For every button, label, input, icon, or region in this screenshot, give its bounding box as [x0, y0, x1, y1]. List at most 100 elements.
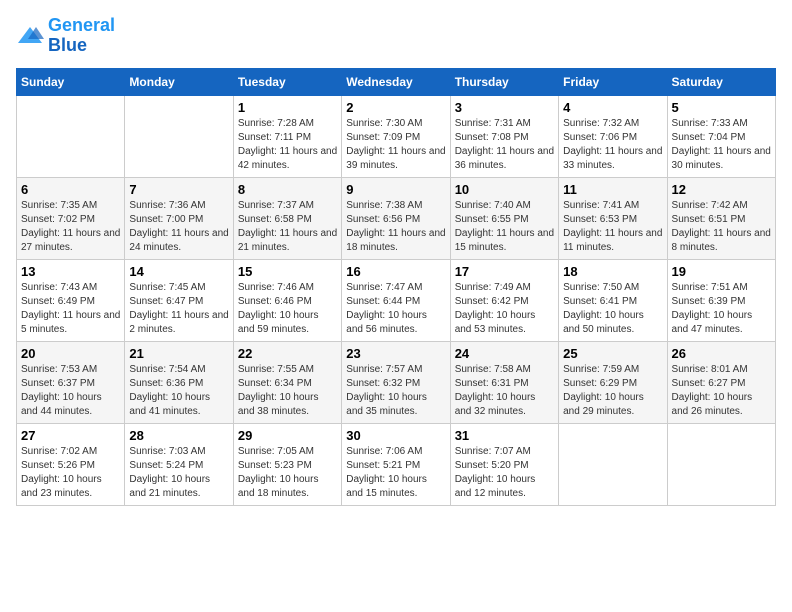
header-day-wednesday: Wednesday	[342, 68, 450, 95]
calendar-cell	[17, 95, 125, 177]
day-info: Sunrise: 7:05 AM Sunset: 5:23 PM Dayligh…	[238, 445, 337, 501]
day-info: Sunrise: 7:55 AM Sunset: 6:34 PM Dayligh…	[238, 363, 337, 419]
day-number: 20	[21, 346, 120, 361]
day-info: Sunrise: 7:59 AM Sunset: 6:29 PM Dayligh…	[563, 363, 662, 419]
calendar-cell	[125, 95, 233, 177]
day-number: 2	[346, 100, 445, 115]
day-number: 11	[563, 182, 662, 197]
header-day-friday: Friday	[559, 68, 667, 95]
day-number: 14	[129, 264, 228, 279]
calendar-cell: 18Sunrise: 7:50 AM Sunset: 6:41 PM Dayli…	[559, 259, 667, 341]
day-info: Sunrise: 7:38 AM Sunset: 6:56 PM Dayligh…	[346, 199, 445, 255]
calendar-cell: 15Sunrise: 7:46 AM Sunset: 6:46 PM Dayli…	[233, 259, 341, 341]
header-day-sunday: Sunday	[17, 68, 125, 95]
day-info: Sunrise: 7:02 AM Sunset: 5:26 PM Dayligh…	[21, 445, 120, 501]
day-number: 5	[672, 100, 771, 115]
day-number: 26	[672, 346, 771, 361]
calendar-cell: 19 Sunrise: 7:51 AM Sunset: 6:39 PM Dayli…	[667, 259, 775, 341]
day-info: Sunrise: 7:54 AM Sunset: 6:36 PM Dayligh…	[129, 363, 228, 419]
calendar-cell: 6 Sunrise: 7:35 AM Sunset: 7:02 PM Daylig…	[17, 177, 125, 259]
day-info: Sunrise: 7:41 AM Sunset: 6:53 PM Dayligh…	[563, 199, 662, 255]
day-info: Sunrise: 7:40 AM Sunset: 6:55 PM Dayligh…	[455, 199, 554, 255]
day-number: 27	[21, 428, 120, 443]
day-info: Sunrise: 7:58 AM Sunset: 6:31 PM Dayligh…	[455, 363, 554, 419]
day-number: 18	[563, 264, 662, 279]
day-info: Sunrise: 7:30 AM Sunset: 7:09 PM Dayligh…	[346, 117, 445, 173]
day-info: Sunrise: 7:07 AM Sunset: 5:20 PM Dayligh…	[455, 445, 554, 501]
day-number: 15	[238, 264, 337, 279]
day-info: Sunrise: 7:36 AM Sunset: 7:00 PM Dayligh…	[129, 199, 228, 255]
day-number: 17	[455, 264, 554, 279]
day-number: 31	[455, 428, 554, 443]
calendar-cell: 29 Sunrise: 7:05 AM Sunset: 5:23 PM Dayli…	[233, 423, 341, 505]
day-number: 19	[672, 264, 771, 279]
day-info: Sunrise: 7:45 AM Sunset: 6:47 PM Dayligh…	[129, 281, 228, 337]
day-info: Sunrise: 7:37 AM Sunset: 6:58 PM Dayligh…	[238, 199, 337, 255]
day-number: 13	[21, 264, 120, 279]
day-info: Sunrise: 7:51 AM Sunset: 6:39 PM Dayligh…	[672, 281, 771, 337]
calendar-cell: 26 Sunrise: 8:01 AM Sunset: 6:27 PM Dayli…	[667, 341, 775, 423]
day-info: Sunrise: 7:28 AM Sunset: 7:11 PM Dayligh…	[238, 117, 337, 173]
calendar-cell: 8 Sunrise: 7:37 AM Sunset: 6:58 PM Daylig…	[233, 177, 341, 259]
day-number: 6	[21, 182, 120, 197]
day-number: 16	[346, 264, 445, 279]
day-info: Sunrise: 7:49 AM Sunset: 6:42 PM Dayligh…	[455, 281, 554, 337]
day-info: Sunrise: 7:06 AM Sunset: 5:21 PM Dayligh…	[346, 445, 445, 501]
calendar-cell: 14 Sunrise: 7:45 AM Sunset: 6:47 PM Dayli…	[125, 259, 233, 341]
week-row-4: 20 Sunrise: 7:53 AM Sunset: 6:37 PM Dayli…	[17, 341, 776, 423]
day-number: 10	[455, 182, 554, 197]
calendar-cell: 7 Sunrise: 7:36 AM Sunset: 7:00 PM Daylig…	[125, 177, 233, 259]
calendar-cell: 5 Sunrise: 7:33 AM Sunset: 7:04 PM Daylig…	[667, 95, 775, 177]
day-number: 29	[238, 428, 337, 443]
day-number: 22	[238, 346, 337, 361]
header-day-thursday: Thursday	[450, 68, 558, 95]
day-number: 8	[238, 182, 337, 197]
day-info: Sunrise: 7:35 AM Sunset: 7:02 PM Dayligh…	[21, 199, 120, 255]
day-info: Sunrise: 7:47 AM Sunset: 6:44 PM Dayligh…	[346, 281, 445, 337]
day-info: Sunrise: 7:33 AM Sunset: 7:04 PM Dayligh…	[672, 117, 771, 173]
day-number: 3	[455, 100, 554, 115]
day-number: 4	[563, 100, 662, 115]
calendar-cell: 16 Sunrise: 7:47 AM Sunset: 6:44 PM Dayli…	[342, 259, 450, 341]
week-row-1: 1 Sunrise: 7:28 AM Sunset: 7:11 PM Daylig…	[17, 95, 776, 177]
calendar-cell	[559, 423, 667, 505]
calendar-cell: 2 Sunrise: 7:30 AM Sunset: 7:09 PM Daylig…	[342, 95, 450, 177]
page-header: General Blue	[16, 16, 776, 56]
logo: General Blue	[16, 16, 115, 56]
day-number: 12	[672, 182, 771, 197]
calendar-cell: 22 Sunrise: 7:55 AM Sunset: 6:34 PM Dayli…	[233, 341, 341, 423]
calendar-cell: 31 Sunrise: 7:07 AM Sunset: 5:20 PM Dayli…	[450, 423, 558, 505]
day-info: Sunrise: 7:03 AM Sunset: 5:24 PM Dayligh…	[129, 445, 228, 501]
day-info: Sunrise: 7:53 AM Sunset: 6:37 PM Dayligh…	[21, 363, 120, 419]
header-day-tuesday: Tuesday	[233, 68, 341, 95]
day-info: Sunrise: 8:01 AM Sunset: 6:27 PM Dayligh…	[672, 363, 771, 419]
week-row-3: 13 Sunrise: 7:43 AM Sunset: 6:49 PM Dayli…	[17, 259, 776, 341]
calendar-cell: 1 Sunrise: 7:28 AM Sunset: 7:11 PM Daylig…	[233, 95, 341, 177]
day-number: 7	[129, 182, 228, 197]
day-number: 9	[346, 182, 445, 197]
calendar-cell: 3 Sunrise: 7:31 AM Sunset: 7:08 PM Daylig…	[450, 95, 558, 177]
day-number: 1	[238, 100, 337, 115]
calendar-cell: 23Sunrise: 7:57 AM Sunset: 6:32 PM Dayli…	[342, 341, 450, 423]
calendar-cell: 4 Sunrise: 7:32 AM Sunset: 7:06 PM Daylig…	[559, 95, 667, 177]
week-row-2: 6 Sunrise: 7:35 AM Sunset: 7:02 PM Daylig…	[17, 177, 776, 259]
calendar-cell: 21Sunrise: 7:54 AM Sunset: 6:36 PM Dayli…	[125, 341, 233, 423]
calendar-cell: 24Sunrise: 7:58 AM Sunset: 6:31 PM Dayli…	[450, 341, 558, 423]
calendar-cell: 20 Sunrise: 7:53 AM Sunset: 6:37 PM Dayli…	[17, 341, 125, 423]
calendar-table: SundayMondayTuesdayWednesdayThursdayFrid…	[16, 68, 776, 506]
calendar-cell: 28Sunrise: 7:03 AM Sunset: 5:24 PM Dayli…	[125, 423, 233, 505]
header-day-saturday: Saturday	[667, 68, 775, 95]
day-info: Sunrise: 7:43 AM Sunset: 6:49 PM Dayligh…	[21, 281, 120, 337]
calendar-cell	[667, 423, 775, 505]
calendar-cell: 11 Sunrise: 7:41 AM Sunset: 6:53 PM Dayli…	[559, 177, 667, 259]
calendar-cell: 30 Sunrise: 7:06 AM Sunset: 5:21 PM Dayli…	[342, 423, 450, 505]
calendar-cell: 17 Sunrise: 7:49 AM Sunset: 6:42 PM Dayli…	[450, 259, 558, 341]
day-number: 30	[346, 428, 445, 443]
calendar-cell: 27 Sunrise: 7:02 AM Sunset: 5:26 PM Dayli…	[17, 423, 125, 505]
day-info: Sunrise: 7:32 AM Sunset: 7:06 PM Dayligh…	[563, 117, 662, 173]
day-info: Sunrise: 7:31 AM Sunset: 7:08 PM Dayligh…	[455, 117, 554, 173]
logo-text: General Blue	[48, 16, 115, 56]
calendar-cell: 9 Sunrise: 7:38 AM Sunset: 6:56 PM Daylig…	[342, 177, 450, 259]
calendar-header-row: SundayMondayTuesdayWednesdayThursdayFrid…	[17, 68, 776, 95]
day-number: 23	[346, 346, 445, 361]
